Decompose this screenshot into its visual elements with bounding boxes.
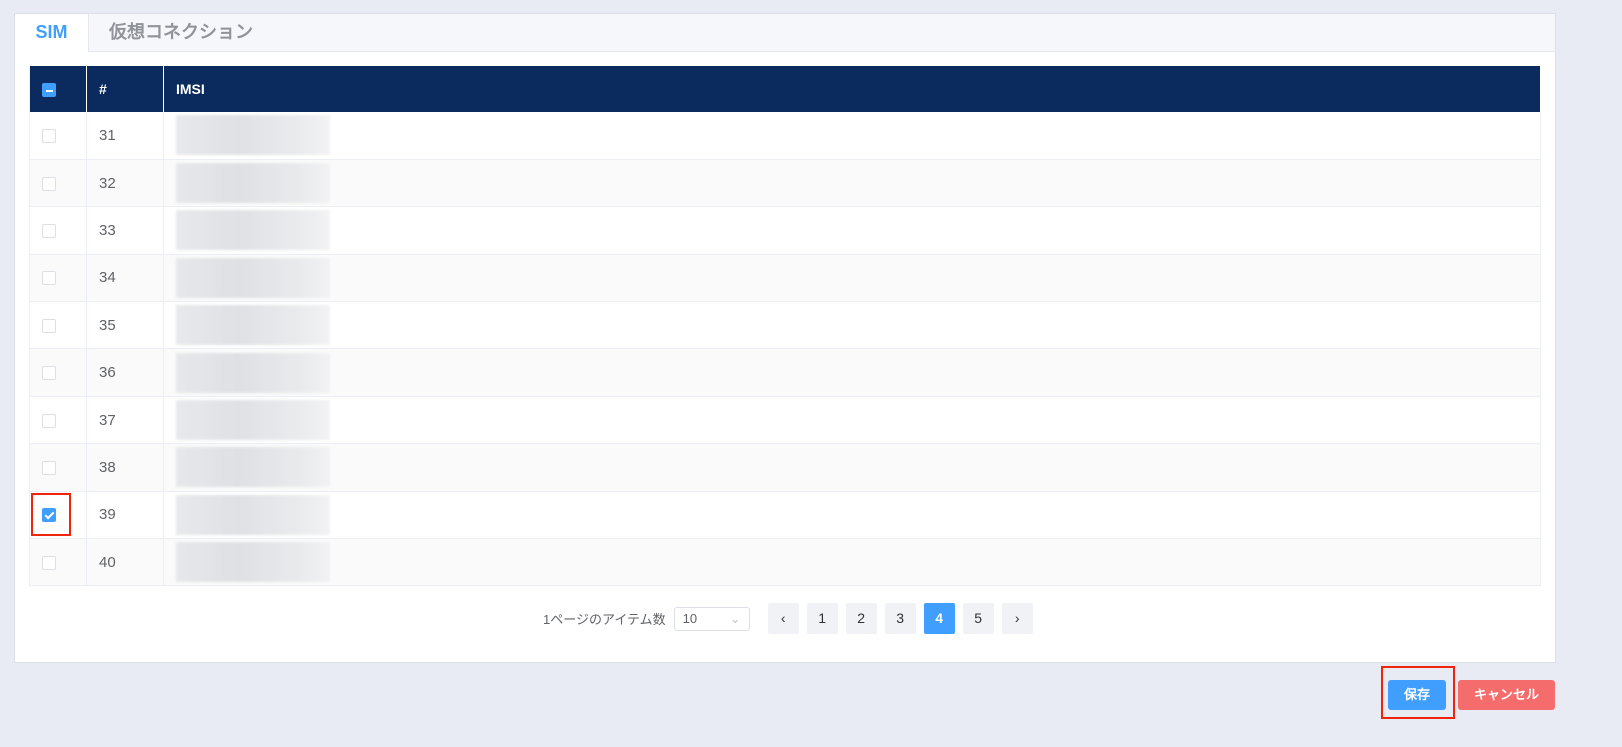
row-select-cell: [29, 254, 87, 303]
row-checkbox[interactable]: [42, 413, 56, 428]
select-all-header: [29, 66, 87, 112]
column-number: #: [86, 66, 164, 112]
imsi-cell: [163, 491, 1541, 540]
sim-table: # IMSI 31 32 33 34 35 36 37 38 39 40: [29, 66, 1541, 587]
pagination: 1ページのアイテム数 10 ⌄ ‹ 12345 ›: [543, 603, 1033, 634]
redacted-imsi: [176, 257, 330, 298]
page-size-label: 1ページのアイテム数: [543, 612, 666, 627]
row-checkbox[interactable]: [42, 366, 56, 381]
row-number: 37: [86, 396, 164, 445]
imsi-cell: [163, 159, 1541, 208]
row-number: 33: [86, 206, 164, 255]
redacted-imsi: [176, 352, 330, 393]
imsi-cell: [163, 443, 1541, 492]
page-size-select[interactable]: 10 ⌄: [673, 606, 750, 631]
table-row: 36: [29, 348, 1541, 397]
column-imsi: IMSI: [163, 66, 1541, 112]
redacted-imsi: [176, 305, 330, 346]
row-checkbox[interactable]: [42, 176, 56, 191]
row-checkbox[interactable]: [42, 318, 56, 333]
row-checkbox[interactable]: [42, 224, 56, 238]
table-row: 34: [29, 254, 1541, 303]
page-size-value: 10: [682, 610, 698, 626]
next-page-button[interactable]: ›: [1001, 603, 1033, 634]
row-select-cell: [29, 538, 87, 587]
page-button[interactable]: 4: [923, 603, 955, 634]
row-select-cell: [29, 301, 87, 350]
prev-page-button[interactable]: ‹: [767, 603, 799, 634]
table-row: 32: [29, 159, 1541, 208]
imsi-cell: [163, 112, 1541, 160]
table-row: 39: [29, 491, 1541, 540]
row-number: 39: [86, 491, 164, 540]
row-select-cell: [29, 112, 87, 160]
row-select-cell: [29, 159, 87, 208]
page-button[interactable]: 3: [884, 603, 916, 634]
redacted-imsi: [176, 400, 330, 441]
row-number: 34: [86, 254, 164, 303]
sim-panel: SIM 仮想コネクション # IMSI 31 32 33 34 35 36 37 38 39 40…: [14, 13, 1556, 663]
page-button[interactable]: 1: [806, 603, 838, 634]
row-checkbox[interactable]: [42, 271, 56, 286]
row-checkbox[interactable]: [42, 128, 56, 143]
page-button[interactable]: 5: [962, 603, 994, 634]
chevron-down-icon: ⌄: [729, 610, 741, 626]
page-button[interactable]: 2: [845, 603, 877, 634]
imsi-cell: [163, 254, 1541, 303]
tab-bar: SIM 仮想コネクション: [15, 14, 1555, 52]
redacted-imsi: [176, 494, 330, 535]
redacted-imsi: [176, 163, 330, 204]
row-select-cell: [29, 348, 87, 397]
row-number: 31: [86, 112, 164, 160]
row-checkbox[interactable]: [42, 555, 56, 570]
redacted-imsi: [176, 542, 330, 583]
imsi-cell: [163, 206, 1541, 255]
table-row: 33: [29, 206, 1541, 255]
select-all-checkbox[interactable]: [42, 83, 56, 98]
imsi-cell: [163, 538, 1541, 587]
row-select-cell: [29, 443, 87, 492]
table-row: 40: [29, 538, 1541, 587]
tab-virtual-connection[interactable]: 仮想コネクション: [89, 14, 273, 51]
imsi-cell: [163, 396, 1541, 445]
row-number: 38: [86, 443, 164, 492]
imsi-cell: [163, 348, 1541, 397]
tab-sim[interactable]: SIM: [15, 14, 89, 52]
row-checkbox[interactable]: [42, 460, 56, 475]
row-select-cell: [29, 396, 87, 445]
row-number: 32: [86, 159, 164, 208]
redacted-imsi: [176, 115, 330, 156]
table-row: 38: [29, 443, 1541, 492]
row-number: 40: [86, 538, 164, 587]
row-number: 35: [86, 301, 164, 350]
highlight-box: [31, 493, 71, 536]
redacted-imsi: [176, 447, 330, 488]
row-number: 36: [86, 348, 164, 397]
cancel-button[interactable]: キャンセル: [1458, 680, 1555, 710]
table-row: 35: [29, 301, 1541, 350]
redacted-imsi: [176, 210, 330, 251]
table-row: 31: [29, 112, 1541, 160]
table-row: 37: [29, 396, 1541, 445]
row-select-cell: [29, 206, 87, 255]
imsi-cell: [163, 301, 1541, 350]
save-button[interactable]: 保存: [1388, 680, 1446, 710]
